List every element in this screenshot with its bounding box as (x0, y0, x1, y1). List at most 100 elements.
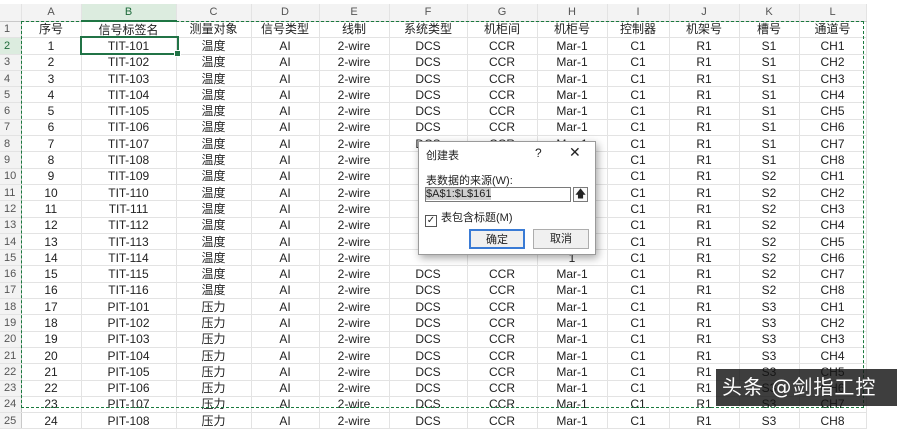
cell[interactable]: CCR (467, 363, 538, 381)
cell[interactable]: R1 (669, 119, 740, 137)
cell[interactable]: 控制器 (607, 21, 670, 39)
cell[interactable]: 21 (21, 363, 82, 381)
cell[interactable]: 3 (21, 70, 82, 88)
cell[interactable]: 2-wire (319, 347, 390, 365)
cell[interactable]: C1 (607, 119, 670, 137)
cell[interactable]: AI (251, 151, 320, 169)
cell[interactable]: C1 (607, 265, 670, 283)
cell[interactable]: Mar-1 (537, 298, 608, 316)
cell[interactable]: 温度 (176, 135, 252, 153)
cell[interactable]: TIT-108 (81, 151, 177, 169)
cell[interactable]: CCR (467, 331, 538, 348)
row-header[interactable]: 7 (0, 119, 22, 137)
cell[interactable]: DCS (389, 54, 468, 71)
cell[interactable]: Mar-1 (537, 314, 608, 332)
cell[interactable]: 9 (21, 168, 82, 185)
cell[interactable]: CH3 (799, 70, 867, 88)
cell[interactable]: CH7 (799, 265, 867, 283)
cell[interactable]: S2 (739, 249, 800, 267)
cell[interactable]: PIT-105 (81, 363, 177, 381)
cell[interactable]: 温度 (176, 102, 252, 120)
cell[interactable]: TIT-114 (81, 249, 177, 267)
row-header[interactable]: 8 (0, 135, 22, 153)
cell[interactable]: 机柜号 (537, 21, 608, 39)
cell[interactable]: S2 (739, 265, 800, 283)
ok-button[interactable]: 确定 (469, 229, 525, 249)
cell[interactable]: 压力 (176, 412, 252, 429)
cell[interactable]: 2-wire (319, 119, 390, 137)
cell[interactable]: AI (251, 217, 320, 234)
cell[interactable]: DCS (389, 70, 468, 88)
cell[interactable]: R1 (669, 249, 740, 267)
cell[interactable]: 12 (21, 217, 82, 234)
cell[interactable]: C1 (607, 151, 670, 169)
cell[interactable]: AI (251, 282, 320, 300)
cell[interactable]: 序号 (21, 21, 82, 39)
cell[interactable]: DCS (389, 86, 468, 104)
cell[interactable]: PIT-103 (81, 331, 177, 348)
cell[interactable]: C1 (607, 184, 670, 202)
row-header[interactable]: 4 (0, 70, 22, 88)
cell[interactable]: C1 (607, 70, 670, 88)
cell[interactable]: PIT-101 (81, 298, 177, 316)
cell[interactable]: 压力 (176, 347, 252, 365)
cell[interactable]: S3 (739, 331, 800, 348)
cell[interactable]: 压力 (176, 363, 252, 381)
column-header-h[interactable]: H (537, 4, 608, 22)
row-header[interactable]: 9 (0, 151, 22, 169)
cell[interactable]: C1 (607, 282, 670, 300)
cell[interactable]: 13 (21, 233, 82, 251)
row-header[interactable]: 21 (0, 347, 22, 365)
cell[interactable]: C1 (607, 217, 670, 234)
cell[interactable]: 压力 (176, 314, 252, 332)
cell[interactable]: 2-wire (319, 70, 390, 88)
cell[interactable]: 温度 (176, 233, 252, 251)
column-header-j[interactable]: J (669, 4, 740, 22)
cell[interactable]: CH5 (799, 102, 867, 120)
cell[interactable]: R1 (669, 135, 740, 153)
cell[interactable]: Mar-1 (537, 119, 608, 137)
cell[interactable]: S2 (739, 282, 800, 300)
row-header[interactable]: 3 (0, 54, 22, 71)
cell[interactable]: 4 (21, 86, 82, 104)
cell[interactable]: CH5 (799, 233, 867, 251)
column-header-f[interactable]: F (389, 4, 468, 22)
cell[interactable]: TIT-107 (81, 135, 177, 153)
cell[interactable]: S1 (739, 54, 800, 71)
column-header-k[interactable]: K (739, 4, 800, 22)
cell[interactable]: 信号类型 (251, 21, 320, 39)
cell[interactable]: AI (251, 298, 320, 316)
column-header-i[interactable]: I (607, 4, 670, 22)
cell[interactable]: DCS (389, 412, 468, 429)
cell[interactable]: Mar-1 (537, 102, 608, 120)
cell[interactable]: R1 (669, 86, 740, 104)
cell[interactable]: AI (251, 396, 320, 414)
cell[interactable]: C1 (607, 363, 670, 381)
cell[interactable]: C1 (607, 86, 670, 104)
cell[interactable]: 14 (21, 249, 82, 267)
cell[interactable]: 温度 (176, 70, 252, 88)
cell[interactable]: S2 (739, 217, 800, 234)
cell[interactable]: R1 (669, 265, 740, 283)
column-header-g[interactable]: G (467, 4, 538, 22)
cell[interactable]: CH8 (799, 412, 867, 429)
cell[interactable]: 2-wire (319, 217, 390, 234)
cell[interactable]: 温度 (176, 86, 252, 104)
cell[interactable]: 压力 (176, 298, 252, 316)
row-header[interactable]: 10 (0, 168, 22, 185)
cell[interactable]: 温度 (176, 265, 252, 283)
cell[interactable]: R1 (669, 151, 740, 169)
cell[interactable]: PIT-108 (81, 412, 177, 429)
cell[interactable]: C1 (607, 331, 670, 348)
cell[interactable]: AI (251, 347, 320, 365)
cell[interactable]: 16 (21, 282, 82, 300)
cell[interactable]: S2 (739, 168, 800, 185)
cell[interactable]: AI (251, 380, 320, 397)
cell[interactable]: CCR (467, 347, 538, 365)
cell[interactable]: 8 (21, 151, 82, 169)
row-header[interactable]: 25 (0, 412, 22, 429)
cell[interactable]: DCS (389, 298, 468, 316)
row-header[interactable]: 14 (0, 233, 22, 251)
cell[interactable]: Mar-1 (537, 363, 608, 381)
cell[interactable]: CCR (467, 314, 538, 332)
